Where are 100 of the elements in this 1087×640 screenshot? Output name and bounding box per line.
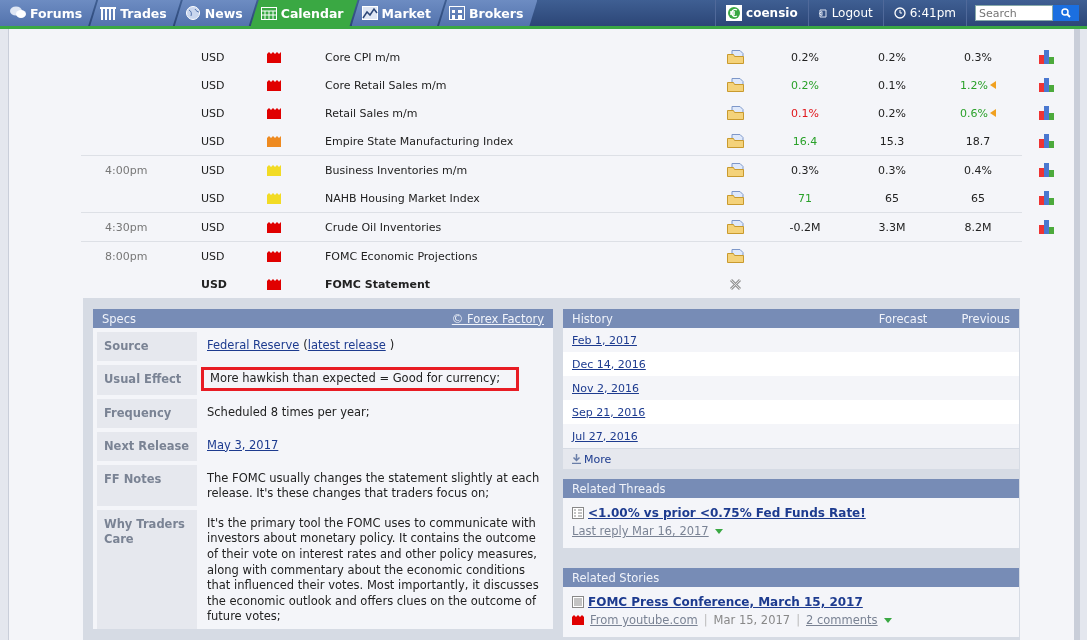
history-date-link[interactable]: Jul 27, 2016: [572, 429, 638, 443]
forecast-cell: 0.3%: [878, 163, 906, 177]
thread-title-link[interactable]: <1.00% vs prior <0.75% Fed Funds Rate!: [588, 506, 866, 520]
spec-link[interactable]: latest release: [307, 338, 386, 354]
forecast-cell: 3.3M: [878, 220, 906, 234]
folder-icon[interactable]: [726, 78, 744, 92]
currency-cell: USD: [201, 249, 225, 263]
spec-label: Why Traders Care: [97, 509, 197, 629]
history-date-link[interactable]: Sep 21, 2016: [572, 405, 646, 419]
forecast-cell: 0.1%: [878, 78, 906, 92]
nav-tab[interactable]: News: [174, 0, 257, 26]
currency-cell: USD: [201, 191, 225, 205]
bar-chart-icon[interactable]: [1039, 50, 1055, 64]
close-icon[interactable]: [728, 277, 742, 291]
actual-cell: 16.4: [792, 134, 818, 148]
column-header: Forecast: [878, 311, 928, 326]
actual-cell: 0.2%: [791, 78, 819, 92]
story-title-link[interactable]: FOMC Press Conference, March 15, 2017: [588, 595, 863, 609]
forecast-cell: 65: [885, 191, 899, 205]
folder-icon[interactable]: [726, 249, 744, 263]
folder-icon[interactable]: [726, 191, 744, 205]
actual-cell: 0.1%: [791, 106, 819, 120]
previous-cell: 65: [971, 191, 985, 205]
previous-cell: 0.6%: [960, 106, 996, 120]
last-reply-link[interactable]: Last reply Mar 16, 2017: [572, 524, 709, 538]
history-date-link[interactable]: Nov 2, 2016: [572, 381, 639, 395]
event-cell: Core Retail Sales m/m: [325, 78, 447, 92]
event-cell: Business Inventories m/m: [325, 163, 468, 177]
building-icon: [449, 6, 466, 20]
folder-icon[interactable]: [726, 50, 744, 64]
event-cell: Retail Sales m/m: [325, 106, 418, 120]
bar-chart-icon[interactable]: [1039, 78, 1055, 92]
history-date-link[interactable]: Feb 1, 2017: [572, 333, 637, 347]
bar-chart-icon[interactable]: [1039, 134, 1055, 148]
panel-title: Specs: [102, 311, 136, 326]
folder-icon[interactable]: [726, 163, 744, 177]
column-header: History: [572, 311, 613, 326]
euro-icon: [726, 5, 743, 21]
bar-chart-icon[interactable]: [1039, 191, 1055, 205]
forecast-cell: 0.2%: [878, 106, 906, 120]
spec-link[interactable]: Federal Reserve: [207, 338, 300, 354]
currency-cell: USD: [201, 134, 225, 148]
spec-text: More hawkish than expected = Good for currency;: [210, 371, 501, 385]
user-link[interactable]: coensio: [715, 0, 808, 26]
search-button[interactable]: [1053, 5, 1079, 21]
spec-label: Usual Effect: [97, 365, 197, 395]
globe-icon: [184, 6, 201, 20]
search-field[interactable]: Search: [975, 5, 1053, 21]
video-icon: [572, 615, 584, 625]
separator: |: [703, 613, 708, 627]
previous-cell: 18.7: [965, 134, 991, 148]
source-link[interactable]: From youtube.com: [590, 613, 698, 627]
spec-text: The FOMC usually changes the statement slightly at each release. It's these changes that traders focus on;: [207, 470, 541, 502]
event-cell: Empire State Manufacturing Index: [325, 134, 514, 148]
logout-link[interactable]: Logout: [807, 0, 883, 26]
bar-chart-icon[interactable]: [1039, 106, 1055, 120]
more-link[interactable]: More: [563, 448, 1019, 469]
currency-cell: USD: [201, 50, 225, 64]
spec-label: Source: [97, 332, 197, 361]
currency-cell: USD: [201, 78, 225, 92]
folder-icon[interactable]: [726, 220, 744, 234]
event-cell: FOMC Economic Projections: [325, 249, 478, 263]
nav-tab[interactable]: Market: [351, 0, 446, 26]
event-cell: Crude Oil Inventories: [325, 220, 442, 234]
actual-cell: -0.2M: [789, 220, 821, 234]
chat-icon: [10, 6, 26, 20]
previous-cell: 1.2%: [960, 78, 996, 92]
folder-icon[interactable]: [726, 106, 744, 120]
panel-title: Related Threads: [563, 479, 1019, 498]
comments-link[interactable]: 2 comments: [806, 613, 878, 627]
currency-cell: USD: [201, 163, 225, 177]
nav-tab[interactable]: Brokers: [439, 0, 538, 26]
bar-chart-icon[interactable]: [1039, 163, 1055, 177]
event-cell: Core CPI m/m: [325, 50, 401, 64]
bars-icon: [100, 6, 117, 20]
spec-text: (: [303, 338, 308, 354]
nav-tab[interactable]: Trades: [90, 0, 181, 26]
actual-cell: 0.2%: [791, 50, 819, 64]
spec-label: Next Release: [97, 431, 197, 461]
event-cell: NAHB Housing Market Index: [325, 191, 480, 205]
folder-icon[interactable]: [726, 134, 744, 148]
time-link[interactable]: 6:41pm: [882, 0, 966, 26]
nav-tab[interactable]: Forums: [0, 0, 97, 26]
caret-icon: [714, 528, 723, 534]
actual-cell: 71: [798, 191, 812, 205]
time-cell-text: 8:00pm: [104, 249, 148, 263]
logout-icon: [818, 8, 828, 18]
spec-label: Frequency: [97, 398, 197, 428]
document-icon: [572, 596, 584, 608]
clock-icon: [893, 7, 906, 19]
currency-cell: USD: [201, 220, 225, 234]
previous-cell: 0.3%: [964, 50, 992, 64]
history-date-link[interactable]: Dec 14, 2016: [572, 357, 646, 371]
thread-icon: [572, 507, 584, 519]
story-date: Mar 15, 2017: [713, 613, 791, 627]
bar-chart-icon[interactable]: [1039, 220, 1055, 234]
search-icon: [1061, 8, 1071, 18]
currency-cell: USD: [201, 106, 225, 120]
spec-link[interactable]: May 3, 2017: [207, 437, 279, 454]
spec-text: It's the primary tool the FOMC uses to communicate with investors about monetary policy. It contains the outcome of their vote on interest rates and other policy measures, along with commentary about the economic conditions that influenced their votes. Most importantly, it discusses the economic outlook and offers clues on the outcome of future votes;: [207, 515, 540, 625]
